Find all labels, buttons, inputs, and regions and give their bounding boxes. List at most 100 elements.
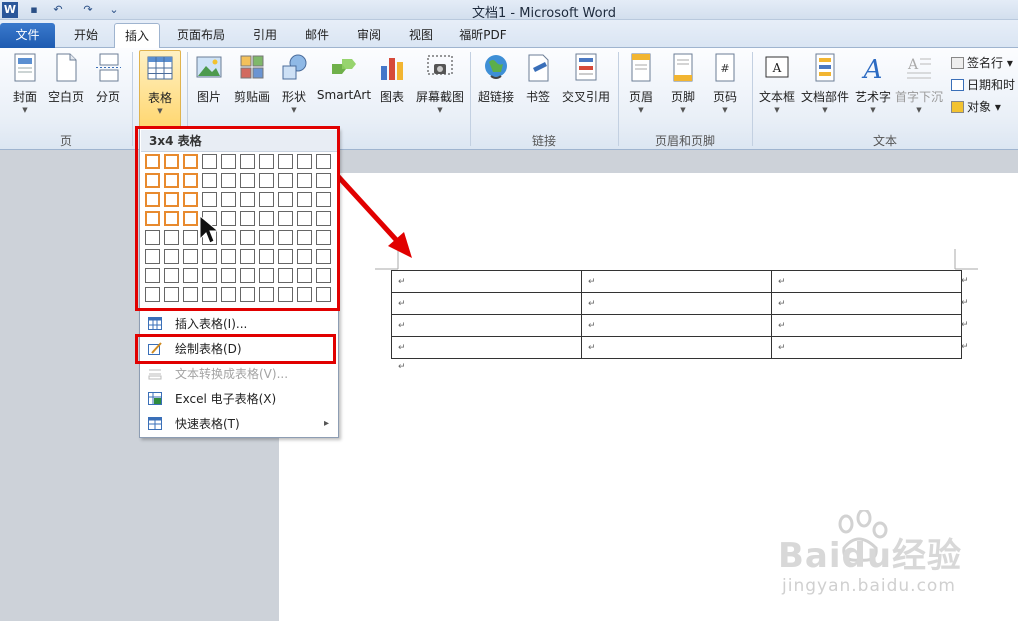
tab-review[interactable]: 审阅	[346, 23, 392, 48]
tab-view[interactable]: 视图	[398, 23, 444, 48]
svg-text:#: #	[720, 62, 729, 75]
chart-icon	[381, 58, 403, 80]
text-group-label: 文本	[872, 134, 897, 148]
header-button[interactable]: 页眉 ▼	[624, 52, 658, 114]
excel-icon	[148, 392, 162, 405]
svg-text:A: A	[907, 57, 919, 73]
clipart-icon	[240, 55, 264, 79]
row-end-mark: ↵	[961, 342, 969, 352]
header-icon	[631, 53, 651, 82]
tab-references[interactable]: 引用	[242, 23, 288, 48]
quick-parts-button[interactable]: 文档部件 ▼	[800, 52, 850, 114]
table-icon	[147, 56, 173, 80]
shapes-icon	[282, 54, 307, 80]
table-cell[interactable]: ↵	[771, 292, 962, 315]
red-arrow-annotation	[333, 171, 412, 258]
table-cell[interactable]: ↵	[391, 292, 582, 315]
drop-cap-button[interactable]: A 首字下沉 ▼	[895, 52, 943, 114]
tab-insert[interactable]: 插入	[114, 23, 160, 49]
date-time-button[interactable]: 日期和时	[951, 76, 1015, 93]
table-cell[interactable]: ↵	[581, 336, 772, 359]
tab-mailings[interactable]: 邮件	[294, 23, 340, 48]
picture-icon	[196, 56, 222, 78]
cover-page-icon	[14, 53, 36, 82]
watermark-brand: Baidu经验	[778, 536, 963, 576]
calendar-icon	[951, 79, 964, 91]
wordart-icon: A	[862, 55, 883, 84]
links-group-label: 链接	[531, 134, 556, 148]
tab-page-layout[interactable]: 页面布局	[168, 23, 234, 48]
textbox-button[interactable]: A 文本框 ▼	[757, 52, 797, 114]
submenu-arrow-icon: ▸	[323, 418, 329, 429]
row-end-mark: ↵	[961, 298, 969, 308]
quick-tables-icon	[148, 417, 162, 430]
table-cell[interactable]: ↵	[771, 336, 962, 359]
ribbon-tabs: 文件 开始 插入 页面布局 引用 邮件 审阅 视图 福昕PDF	[0, 20, 1018, 49]
header-footer-group-label: 页眉和页脚	[654, 134, 715, 148]
wordart-button[interactable]: A 艺术字 ▼	[853, 52, 893, 114]
baidu-watermark: Baidu经验 jingyan.baidu.com	[778, 510, 1018, 610]
table-button[interactable]: 表格 ▼	[139, 50, 181, 130]
table-cell[interactable]: ↵	[581, 314, 772, 337]
screenshot-button[interactable]: 屏幕截图 ▼	[414, 52, 466, 114]
excel-spreadsheet-menu-item[interactable]: Excel 电子表格(X)	[141, 387, 337, 411]
convert-text-icon	[148, 369, 162, 380]
table-cell[interactable]: ↵	[581, 270, 772, 293]
hyperlink-icon	[485, 55, 507, 79]
chart-button[interactable]: 图表	[376, 52, 408, 105]
clipart-button[interactable]: 剪贴画	[232, 52, 272, 105]
title-bar: W ▪ ↶ ↷ ⌄ 文档1 - Microsoft Word	[0, 0, 1018, 21]
screenshot-icon	[427, 55, 453, 75]
insert-table-menu-item[interactable]: 插入表格(I)...	[141, 312, 337, 336]
footer-button[interactable]: 页脚 ▼	[666, 52, 700, 114]
tab-home[interactable]: 开始	[60, 23, 112, 48]
draw-table-highlight-box	[135, 334, 336, 364]
quick-parts-icon	[815, 53, 835, 82]
table-cell[interactable]: ↵	[581, 292, 772, 315]
smartart-button[interactable]: SmartArt	[316, 52, 372, 102]
page-number-button[interactable]: # 页码 ▼	[708, 52, 742, 114]
bookmark-icon	[528, 54, 549, 82]
tab-foxit-pdf[interactable]: 福昕PDF	[450, 23, 516, 48]
page-break-button[interactable]: 分页	[92, 52, 124, 105]
textbox-icon: A	[765, 56, 789, 78]
page-number-icon: #	[715, 53, 735, 82]
picture-button[interactable]: 图片	[193, 52, 225, 105]
cross-reference-button[interactable]: 交叉引用	[560, 52, 612, 105]
blank-page-icon	[56, 53, 77, 82]
row-end-mark: ↵	[961, 276, 969, 286]
shapes-button[interactable]: 形状 ▼	[278, 52, 310, 114]
table-cell[interactable]: ↵	[391, 336, 582, 359]
table-cell[interactable]: ↵	[391, 270, 582, 293]
footer-icon	[673, 53, 693, 82]
svg-text:A: A	[862, 55, 883, 84]
table-cell[interactable]: ↵	[771, 314, 962, 337]
table-row: ↵ ↵ ↵	[391, 270, 962, 293]
svg-text:A: A	[772, 61, 782, 75]
drop-cap-icon: A	[907, 57, 931, 79]
pages-group-label: 页	[59, 134, 72, 148]
smartart-icon	[332, 59, 356, 74]
table-row: ↵ ↵ ↵	[391, 336, 962, 359]
document-table[interactable]: ↵ ↵ ↵ ↵ ↵ ↵ ↵ ↵ ↵ ↵ ↵ ↵	[391, 270, 962, 359]
group-divider	[132, 52, 133, 146]
table-row: ↵ ↵ ↵	[391, 314, 962, 337]
row-end-mark: ↵	[961, 320, 969, 330]
mouse-pointer-icon	[199, 215, 219, 244]
insert-table-icon	[148, 317, 162, 330]
window-title: 文档1 - Microsoft Word	[472, 6, 616, 21]
paragraph-mark: ↵	[398, 362, 406, 372]
table-row: ↵ ↵ ↵	[391, 292, 962, 315]
table-cell[interactable]: ↵	[771, 270, 962, 293]
cross-reference-icon	[575, 53, 597, 81]
convert-text-to-table-menu-item[interactable]: 文本转换成表格(V)...	[141, 362, 337, 386]
quick-tables-menu-item[interactable]: 快速表格(T) ▸	[141, 412, 337, 436]
tab-file[interactable]: 文件	[0, 23, 55, 48]
table-cell[interactable]: ↵	[391, 314, 582, 337]
hyperlink-button[interactable]: 超链接	[476, 52, 516, 105]
bookmark-button[interactable]: 书签	[522, 52, 554, 105]
object-button[interactable]: 对象 ▾	[951, 98, 1001, 115]
blank-page-button[interactable]: 空白页	[46, 52, 86, 105]
signature-line-button[interactable]: 签名行 ▾	[951, 54, 1013, 71]
cover-page-button[interactable]: 封面 ▼	[8, 52, 42, 114]
